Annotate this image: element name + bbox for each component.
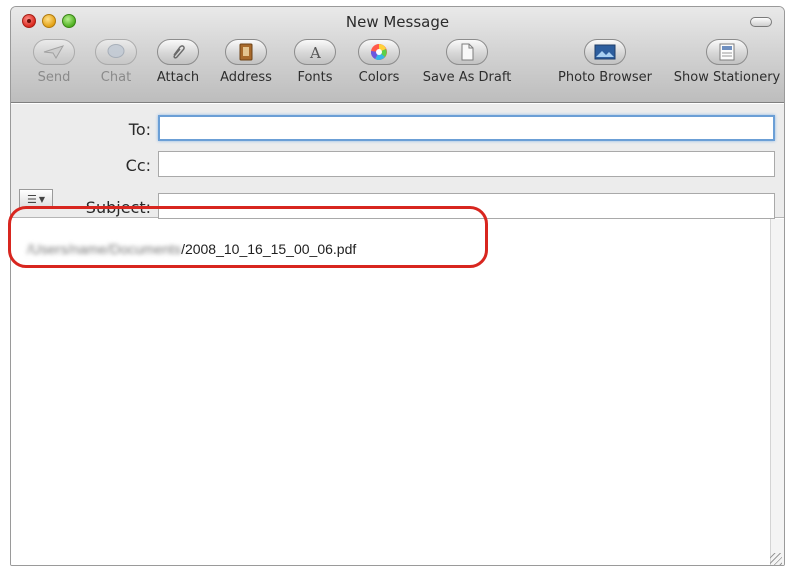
toolbar-toggle-button[interactable] xyxy=(750,17,772,27)
show-stationery-button[interactable]: Show Stationery xyxy=(671,39,783,85)
window-toolbar: New Message Send Chat Attach Address A F… xyxy=(11,7,784,103)
chat-button[interactable]: Chat xyxy=(91,39,141,85)
cc-label: Cc: xyxy=(125,156,151,175)
cc-field[interactable] xyxy=(158,151,775,177)
resize-grip-icon[interactable] xyxy=(770,553,782,565)
message-body[interactable]: /Users/name/Documents/2008_10_16_15_00_0… xyxy=(11,219,784,565)
to-label: To: xyxy=(128,120,151,139)
chat-bubble-icon xyxy=(107,44,125,58)
window-title: New Message xyxy=(345,13,450,31)
message-headers: To: Cc: ☰ ▼ Subject: xyxy=(11,104,784,219)
address-book-icon xyxy=(239,43,253,61)
paperclip-icon xyxy=(173,45,185,59)
photo-icon xyxy=(594,44,616,60)
list-icon: ☰ xyxy=(26,192,37,206)
photo-browser-button[interactable]: Photo Browser xyxy=(555,39,655,85)
address-button[interactable]: Address xyxy=(213,39,279,85)
vertical-scrollbar[interactable] xyxy=(770,219,784,565)
annotation-highlight xyxy=(8,206,488,268)
to-field[interactable] xyxy=(158,115,775,141)
svg-text:A: A xyxy=(309,44,321,61)
mail-compose-window: New Message Send Chat Attach Address A F… xyxy=(10,6,785,566)
save-as-draft-button[interactable]: Save As Draft xyxy=(417,39,517,85)
send-button[interactable]: Send xyxy=(25,39,83,85)
stationery-icon xyxy=(719,43,735,61)
colors-button[interactable]: Colors xyxy=(351,39,407,85)
attach-button[interactable]: Attach xyxy=(149,39,207,85)
paper-plane-icon xyxy=(43,45,65,59)
font-icon: A xyxy=(309,44,321,61)
document-icon xyxy=(461,43,474,61)
fonts-button[interactable]: A Fonts xyxy=(289,39,341,85)
color-wheel-icon xyxy=(370,44,387,60)
chevron-down-icon: ▼ xyxy=(38,194,46,204)
